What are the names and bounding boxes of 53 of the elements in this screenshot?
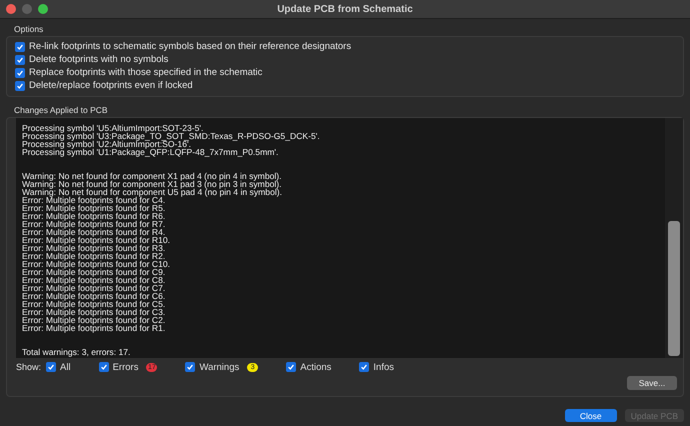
close-window-icon[interactable] bbox=[6, 4, 16, 14]
log-line: Error: Multiple footprints found for C6. bbox=[22, 292, 166, 300]
checkbox[interactable] bbox=[15, 81, 25, 91]
log-line: Error: Multiple footprints found for R6. bbox=[22, 212, 166, 220]
checkbox[interactable] bbox=[15, 68, 25, 78]
log-line: Warning: No net found for component X1 pad 3 (no pin 3 in symbol). bbox=[22, 180, 283, 188]
log-line: Error: Multiple footprints found for C9. bbox=[22, 268, 166, 276]
filter-label: Show: bbox=[16, 362, 42, 372]
checkbox[interactable] bbox=[359, 362, 370, 372]
window-title: Update PCB from Schematic bbox=[277, 4, 413, 14]
scrollbar[interactable] bbox=[665, 118, 683, 358]
log-line: Error: Multiple footprints found for C7. bbox=[22, 284, 166, 292]
option-label: Replace footprints with those specified in the schematic bbox=[29, 67, 262, 79]
checkbox[interactable] bbox=[286, 362, 296, 372]
save-button[interactable]: Save... bbox=[627, 376, 677, 390]
log-line: Error: Multiple footprints found for R4. bbox=[22, 228, 166, 236]
filter-option-label: Infos bbox=[373, 362, 394, 372]
log-line: Processing symbol 'U3:Package_TO_SOT_SMD:Texas_R-PDSO-G5_DCK-5'. bbox=[22, 132, 321, 140]
section-title: Changes Applied to PCB bbox=[13, 104, 108, 117]
checkbox[interactable] bbox=[185, 362, 196, 372]
checkbox[interactable] bbox=[98, 362, 109, 372]
checkbox[interactable] bbox=[15, 42, 25, 52]
log-line: Error: Multiple footprints found for R5. bbox=[22, 204, 166, 212]
log-line: Error: Multiple footprints found for C4. bbox=[22, 196, 166, 204]
log-line: Processing symbol 'U1:Package_QFP:LQFP-48_7x7mm_P0.5mm'. bbox=[22, 148, 280, 156]
dialog-button[interactable]: Close bbox=[564, 409, 617, 422]
zoom-window-icon[interactable] bbox=[38, 4, 48, 14]
log-line: Processing symbol 'U2:AltiumImport:SO-16'. bbox=[22, 140, 192, 148]
log-line: Error: Multiple footprints found for R1. bbox=[22, 324, 166, 332]
option-label: Delete/replace footprints even if locked bbox=[29, 80, 193, 92]
log-line: Error: Multiple footprints found for R3. bbox=[22, 244, 166, 252]
log-line: Error: Multiple footprints found for C10. bbox=[22, 260, 172, 268]
checkbox[interactable] bbox=[46, 362, 56, 372]
log-line: Error: Multiple footprints found for C3. bbox=[22, 308, 166, 316]
log-line: Error: Multiple footprints found for C2. bbox=[22, 316, 166, 324]
log-line: Warning: No net found for component U5 pad 4 (no pin 4 in symbol). bbox=[22, 188, 284, 196]
option-label: Re-link footprints to schematic symbols based on their reference designators bbox=[29, 41, 352, 53]
checkbox[interactable] bbox=[15, 55, 25, 65]
log-line: Error: Multiple footprints found for R7. bbox=[22, 220, 166, 228]
log-line: Error: Multiple footprints found for R10. bbox=[22, 236, 172, 244]
log-line: Total warnings: 3, errors: 17. bbox=[22, 348, 132, 356]
scrollbar-thumb[interactable] bbox=[668, 221, 680, 356]
filter-option-label: All bbox=[60, 362, 71, 372]
log-line: Processing symbol 'U5:AltiumImport:SOT-23-5'. bbox=[22, 124, 204, 132]
log-line: Warning: No net found for component X1 pad 4 (no pin 4 in symbol). bbox=[22, 172, 283, 180]
filter-option-label: Actions bbox=[300, 362, 332, 372]
log-line: Error: Multiple footprints found for C5. bbox=[22, 300, 166, 308]
log-line: Error: Multiple footprints found for R2. bbox=[22, 252, 166, 260]
log-line: Error: Multiple footprints found for C8. bbox=[22, 276, 166, 284]
filter-option-label: Errors bbox=[112, 362, 138, 372]
filter-option-label: Warnings bbox=[199, 362, 240, 372]
option-label: Delete footprints with no symbols bbox=[29, 54, 168, 66]
section-title: Options bbox=[13, 23, 44, 36]
